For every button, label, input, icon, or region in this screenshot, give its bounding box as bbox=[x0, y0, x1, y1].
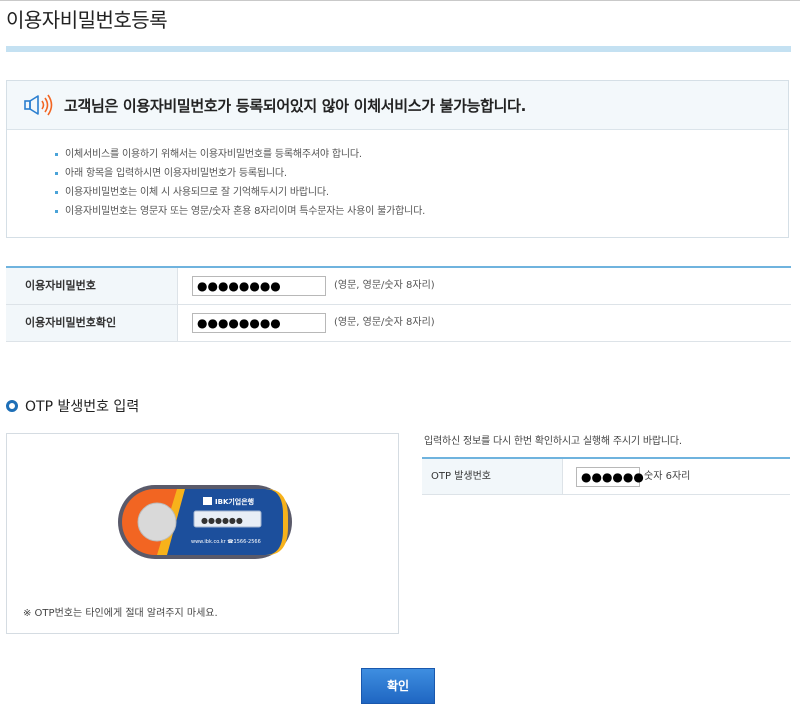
otp-label: OTP 발생번호 bbox=[422, 459, 563, 494]
token-footer-text: www.ibk.co.kr ☎1566-2566 bbox=[191, 539, 261, 545]
notice-title: 고객님은 이용자비밀번호가 등록되어있지 않아 이체서비스가 불가능합니다. bbox=[64, 97, 527, 115]
confirm-message: 입력하신 정보를 다시 한번 확인하시고 실행해 주시기 바랍니다. bbox=[424, 436, 682, 447]
password-form: 이용자비밀번호 ●●●●●●●● (영문, 영문/숫자 8자리) 이용자비밀번호… bbox=[6, 266, 791, 342]
otp-row: OTP 발생번호 ●●●●●● 숫자 6자리 bbox=[422, 459, 790, 495]
password-label: 이용자비밀번호 bbox=[6, 268, 178, 304]
speaker-icon bbox=[24, 94, 53, 116]
top-divider bbox=[0, 0, 800, 1]
title-underline bbox=[6, 46, 791, 52]
otp-hint: 숫자 6자리 bbox=[644, 471, 691, 482]
otp-token-panel: IBK기업은행 ●●●●●● www.ibk.co.kr ☎1566-2566 … bbox=[6, 433, 399, 634]
list-item: 이용자비밀번호는 영문자 또는 영문/숫자 혼용 8자리이며 특수문자는 사용이… bbox=[55, 202, 425, 221]
otp-input[interactable]: ●●●●●● bbox=[576, 467, 644, 487]
otp-form: OTP 발생번호 ●●●●●● 숫자 6자리 bbox=[422, 457, 790, 495]
password-hint: (영문, 영문/숫자 8자리) bbox=[334, 280, 435, 291]
notice-box: 고객님은 이용자비밀번호가 등록되어있지 않아 이체서비스가 불가능합니다. 이… bbox=[6, 80, 789, 238]
notice-list: 이체서비스를 이용하기 위해서는 이용자비밀번호를 등록해주셔야 합니다. 아래… bbox=[55, 145, 425, 221]
password-row: 이용자비밀번호 ●●●●●●●● (영문, 영문/숫자 8자리) bbox=[6, 268, 791, 305]
otp-section-heading: OTP 발생번호 입력 bbox=[6, 396, 139, 416]
list-item: 이용자비밀번호는 이체 시 사용되므로 잘 기억해두시기 바랍니다. bbox=[55, 183, 425, 202]
password-confirm-hint: (영문, 영문/숫자 8자리) bbox=[334, 317, 435, 328]
password-input[interactable]: ●●●●●●●● bbox=[192, 276, 326, 296]
confirm-button[interactable]: 확인 bbox=[361, 668, 435, 704]
password-confirm-input[interactable]: ●●●●●●●● bbox=[192, 313, 326, 333]
otp-heading-text: OTP 발생번호 입력 bbox=[25, 399, 140, 415]
list-item: 아래 항목을 입력하시면 이용자비밀번호가 등록됩니다. bbox=[55, 164, 425, 183]
token-brand-text: IBK기업은행 bbox=[215, 497, 254, 506]
page-title: 이용자비밀번호등록 bbox=[6, 8, 168, 32]
password-confirm-label: 이용자비밀번호확인 bbox=[6, 305, 178, 341]
password-confirm-row: 이용자비밀번호확인 ●●●●●●●● (영문, 영문/숫자 8자리) bbox=[6, 305, 791, 342]
otp-token-icon: IBK기업은행 ●●●●●● www.ibk.co.kr ☎1566-2566 bbox=[118, 485, 292, 559]
token-display-text: ●●●●●● bbox=[201, 516, 243, 525]
notice-header: 고객님은 이용자비밀번호가 등록되어있지 않아 이체서비스가 불가능합니다. bbox=[7, 81, 788, 130]
circle-bullet-icon bbox=[6, 399, 18, 412]
list-item: 이체서비스를 이용하기 위해서는 이용자비밀번호를 등록해주셔야 합니다. bbox=[55, 145, 425, 164]
otp-warning-note: ※ OTP번호는 타인에게 절대 알려주지 마세요. bbox=[23, 608, 218, 619]
